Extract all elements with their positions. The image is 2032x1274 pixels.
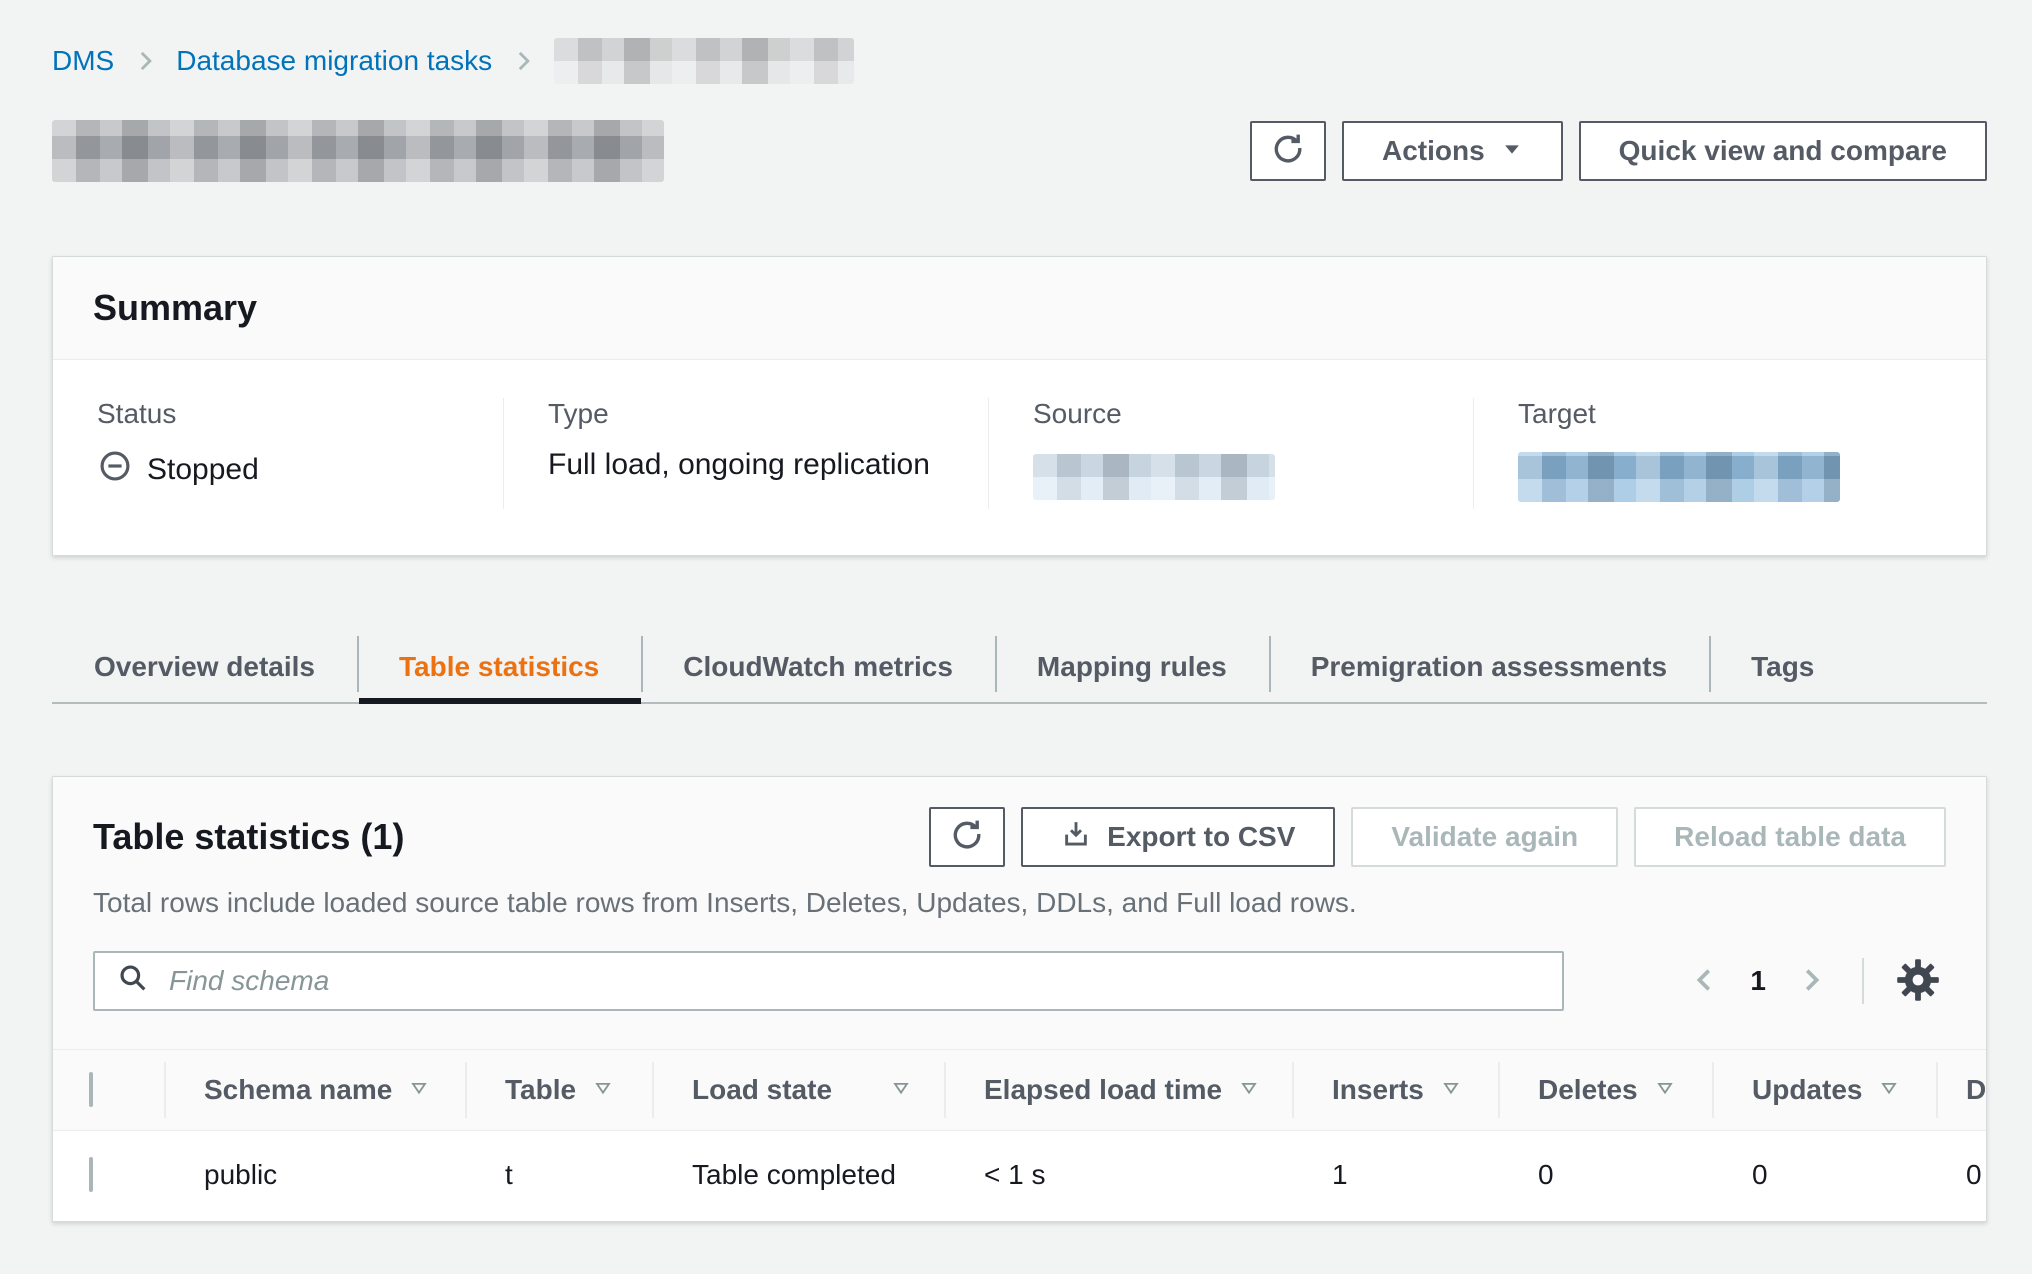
refresh-button[interactable] bbox=[1250, 121, 1326, 181]
tab-premigration-assessments[interactable]: Premigration assessments bbox=[1269, 632, 1709, 702]
preferences-button[interactable] bbox=[1894, 956, 1942, 1007]
tab-mapping-rules[interactable]: Mapping rules bbox=[995, 632, 1269, 702]
source-value-redacted-link[interactable] bbox=[1033, 454, 1275, 500]
caret-down-icon bbox=[1501, 135, 1523, 167]
schema-search-box[interactable] bbox=[93, 951, 1564, 1011]
summary-field-type: Type Full load, ongoing replication bbox=[503, 398, 988, 509]
table-header-row: Schema name Table Load state bbox=[53, 1050, 1987, 1131]
quick-view-button-label: Quick view and compare bbox=[1619, 135, 1947, 167]
actions-button-label: Actions bbox=[1382, 135, 1485, 167]
download-icon bbox=[1061, 819, 1091, 856]
table-statistics-actions: Export to CSV Validate again Reload tabl… bbox=[929, 807, 1946, 867]
pagination-divider bbox=[1862, 958, 1864, 1004]
chevron-right-icon bbox=[1796, 965, 1826, 998]
refresh-icon bbox=[950, 817, 984, 858]
task-detail-tabs: Overview details Table statistics CloudW… bbox=[52, 632, 1987, 704]
tab-cloudwatch-metrics[interactable]: CloudWatch metrics bbox=[641, 632, 995, 702]
table-statistics-title: Table statistics (1) bbox=[93, 816, 404, 858]
summary-field-target: Target bbox=[1473, 398, 1986, 509]
table-filter-row: 1 bbox=[93, 951, 1946, 1011]
column-header-inserts[interactable]: Inserts bbox=[1292, 1050, 1498, 1131]
column-header-schema-name[interactable]: Schema name bbox=[164, 1050, 465, 1131]
chevron-right-icon bbox=[510, 48, 536, 74]
column-header-elapsed-load-time[interactable]: Elapsed load time bbox=[944, 1050, 1292, 1131]
validate-again-button[interactable]: Validate again bbox=[1351, 807, 1618, 867]
cell-schema-name: public bbox=[164, 1131, 465, 1222]
breadcrumb-redacted-task-name bbox=[554, 38, 854, 84]
actions-button[interactable]: Actions bbox=[1342, 121, 1563, 181]
table-refresh-button[interactable] bbox=[929, 807, 1005, 867]
previous-page-button[interactable] bbox=[1676, 965, 1734, 998]
source-label: Source bbox=[1033, 398, 1473, 430]
cell-ddls: 0 bbox=[1936, 1131, 1987, 1222]
sort-icon bbox=[1654, 1074, 1676, 1106]
column-header-deletes[interactable]: Deletes bbox=[1498, 1050, 1712, 1131]
table-statistics-panel: Table statistics (1) bbox=[52, 776, 1987, 1222]
page-title-redacted bbox=[52, 120, 664, 182]
cell-table: t bbox=[465, 1131, 652, 1222]
target-value-redacted-link[interactable] bbox=[1518, 452, 1840, 502]
breadcrumb-link-tasks[interactable]: Database migration tasks bbox=[176, 45, 492, 77]
summary-title: Summary bbox=[93, 287, 1946, 329]
sort-icon bbox=[408, 1074, 430, 1106]
sort-icon bbox=[592, 1074, 614, 1106]
tab-table-statistics[interactable]: Table statistics bbox=[357, 632, 641, 702]
column-header-table[interactable]: Table bbox=[465, 1050, 652, 1131]
chevron-left-icon bbox=[1690, 965, 1720, 998]
status-value: Stopped bbox=[147, 453, 259, 487]
table-statistics-description: Total rows include loaded source table r… bbox=[93, 887, 1946, 919]
sort-icon bbox=[1238, 1074, 1260, 1106]
quick-view-and-compare-button[interactable]: Quick view and compare bbox=[1579, 121, 1987, 181]
summary-body: Status Stopped Type Full load, ongoing r… bbox=[53, 360, 1986, 555]
table-row: public t Table completed < 1 s 1 0 0 0 bbox=[53, 1131, 1987, 1222]
reload-table-data-label: Reload table data bbox=[1674, 821, 1906, 853]
page-header: Actions Quick view and compare bbox=[52, 120, 1987, 182]
type-label: Type bbox=[548, 398, 988, 430]
column-header-updates[interactable]: Updates bbox=[1712, 1050, 1936, 1131]
breadcrumb-link-dms[interactable]: DMS bbox=[52, 45, 114, 77]
gear-icon bbox=[1894, 956, 1942, 1007]
chevron-right-icon bbox=[132, 48, 158, 74]
cell-updates: 0 bbox=[1712, 1131, 1936, 1222]
export-to-csv-label: Export to CSV bbox=[1107, 821, 1295, 853]
select-all-checkbox[interactable] bbox=[89, 1072, 93, 1107]
summary-field-source: Source bbox=[988, 398, 1473, 509]
next-page-button[interactable] bbox=[1782, 965, 1840, 998]
table-statistics-header: Table statistics (1) bbox=[53, 777, 1986, 1049]
header-actions: Actions Quick view and compare bbox=[1250, 121, 1987, 181]
validate-again-label: Validate again bbox=[1391, 821, 1578, 853]
refresh-icon bbox=[1271, 131, 1305, 172]
cell-load-state: Table completed bbox=[652, 1131, 944, 1222]
summary-panel: Summary Status Stopped Type Full load, o… bbox=[52, 256, 1987, 556]
sort-icon bbox=[1878, 1074, 1900, 1106]
cell-elapsed-load-time: < 1 s bbox=[944, 1131, 1292, 1222]
dms-task-page: DMS Database migration tasks Actions bbox=[0, 0, 2032, 1222]
pagination: 1 bbox=[1676, 956, 1946, 1007]
target-label: Target bbox=[1518, 398, 1986, 430]
sort-icon bbox=[890, 1074, 912, 1106]
tab-overview-details[interactable]: Overview details bbox=[52, 632, 357, 702]
table-statistics-table: Schema name Table Load state bbox=[53, 1049, 1987, 1221]
reload-table-data-button[interactable]: Reload table data bbox=[1634, 807, 1946, 867]
cell-inserts: 1 bbox=[1292, 1131, 1498, 1222]
cell-deletes: 0 bbox=[1498, 1131, 1712, 1222]
row-checkbox[interactable] bbox=[89, 1157, 93, 1192]
schema-search-input[interactable] bbox=[167, 964, 1540, 998]
breadcrumb: DMS Database migration tasks bbox=[52, 38, 1987, 84]
sort-icon bbox=[1440, 1074, 1462, 1106]
circle-minus-stopped-icon bbox=[97, 448, 133, 492]
summary-field-status: Status Stopped bbox=[53, 398, 503, 509]
status-label: Status bbox=[97, 398, 503, 430]
column-header-ddls[interactable]: DDLs bbox=[1936, 1050, 1987, 1131]
type-value: Full load, ongoing replication bbox=[548, 448, 930, 482]
column-header-load-state[interactable]: Load state bbox=[652, 1050, 944, 1131]
current-page-number: 1 bbox=[1734, 965, 1782, 997]
tab-tags[interactable]: Tags bbox=[1709, 632, 1856, 702]
summary-header: Summary bbox=[53, 257, 1986, 360]
export-to-csv-button[interactable]: Export to CSV bbox=[1021, 807, 1335, 867]
search-icon bbox=[117, 962, 149, 1001]
